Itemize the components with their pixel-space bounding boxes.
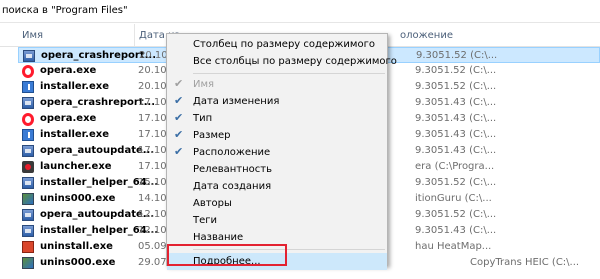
menu-item-label: Авторы	[193, 198, 232, 209]
file-location: itionGuru (C:\...	[415, 193, 492, 204]
file-location: hau HeatMap...	[415, 241, 492, 252]
file-location: 9.3051.52 (C:\...	[415, 209, 497, 220]
menu-item-label: Расположение	[193, 147, 271, 158]
unins-icon	[22, 193, 34, 205]
checkmark-icon: ✔	[174, 94, 184, 107]
file-location: 9.3051.43 (C:\...	[415, 113, 497, 124]
uninstall-icon	[22, 241, 34, 253]
menu-item-column-1[interactable]: ✔ Дата изменения	[167, 93, 387, 110]
file-location: 9.3051.52 (C:\...	[415, 81, 497, 92]
menu-item-column-6[interactable]: Дата создания	[167, 178, 387, 195]
file-location: 9.3051.52 (C:\...	[416, 50, 498, 61]
column-header-location[interactable]: оложение	[400, 30, 453, 41]
box-icon	[22, 177, 34, 189]
file-name: installer.exe	[40, 129, 109, 140]
file-name: opera.exe	[40, 65, 97, 76]
file-location: 9.3051.52 (C:\...	[415, 65, 497, 76]
opera-icon	[22, 113, 34, 126]
file-location: 9.3051.52 (C:\...	[415, 177, 497, 188]
menu-item-column-0[interactable]: ✔ Имя	[167, 76, 387, 93]
menu-item-column-2[interactable]: ✔ Тип	[167, 110, 387, 127]
menu-item-label: Дата создания	[193, 181, 272, 192]
menu-item-column-7[interactable]: Авторы	[167, 195, 387, 212]
box-icon	[22, 145, 34, 157]
file-name: unins000.exe	[40, 193, 116, 204]
highlight-box	[167, 244, 287, 266]
checkmark-icon: ✔	[174, 145, 184, 158]
file-name: unins000.exe	[40, 257, 116, 268]
file-location: era (C:\Progra...	[415, 161, 495, 172]
menu-item-label: Теги	[193, 215, 218, 226]
file-location: 9.3051.43 (C:\...	[415, 129, 497, 140]
installer-icon	[22, 129, 34, 141]
file-location: 9.3051.43 (C:\...	[415, 97, 497, 108]
menu-item-label: Тип	[193, 113, 213, 124]
menu-item-size-column[interactable]: Столбец по размеру содержимого	[167, 36, 387, 53]
checkmark-icon: ✔	[174, 128, 184, 141]
box-icon	[22, 97, 34, 109]
menu-item-label: Название	[193, 232, 244, 243]
file-location: 9.3051.43 (C:\...	[415, 145, 497, 156]
menu-item-label: Релевантность	[193, 164, 272, 175]
menu-item-label: Столбец по размеру содержимого	[193, 39, 375, 50]
box-icon	[22, 225, 34, 237]
search-title: поиска в "Program Files"	[2, 5, 128, 16]
launcher-icon	[22, 161, 34, 173]
box-icon	[23, 50, 35, 62]
checkmark-icon: ✔	[174, 77, 184, 90]
column-divider[interactable]	[134, 24, 135, 46]
file-location: 9.3051.43 (C:\...	[415, 225, 497, 236]
menu-item-label: Все столбцы по размеру содержимого	[193, 56, 397, 67]
file-name: uninstall.exe	[40, 241, 113, 252]
menu-item-label: Имя	[193, 79, 215, 90]
menu-item-size-all-columns[interactable]: Все столбцы по размеру содержимого	[167, 53, 397, 70]
menu-item-label: Размер	[193, 130, 231, 141]
file-name: launcher.exe	[40, 161, 112, 172]
menu-item-column-5[interactable]: Релевантность	[167, 161, 387, 178]
menu-item-column-3[interactable]: ✔ Размер	[167, 127, 387, 144]
search-title-bar: поиска в "Program Files"	[0, 0, 600, 23]
file-location-full: CopyTrans HEIC (C:\...	[470, 257, 580, 268]
checkmark-icon: ✔	[174, 111, 184, 124]
unins-icon	[22, 257, 34, 269]
installer-icon	[22, 81, 34, 93]
file-name: opera.exe	[40, 113, 97, 124]
menu-item-column-4[interactable]: ✔ Расположение	[167, 144, 387, 161]
column-header-name[interactable]: Имя	[22, 30, 43, 41]
opera-icon	[22, 65, 34, 78]
menu-item-column-8[interactable]: Теги	[167, 212, 387, 229]
file-name: installer.exe	[40, 81, 109, 92]
box-icon	[22, 209, 34, 221]
column-context-menu: Столбец по размеру содержимого Все столбц…	[166, 33, 397, 270]
menu-separator	[193, 73, 385, 74]
menu-item-label: Дата изменения	[193, 96, 280, 107]
